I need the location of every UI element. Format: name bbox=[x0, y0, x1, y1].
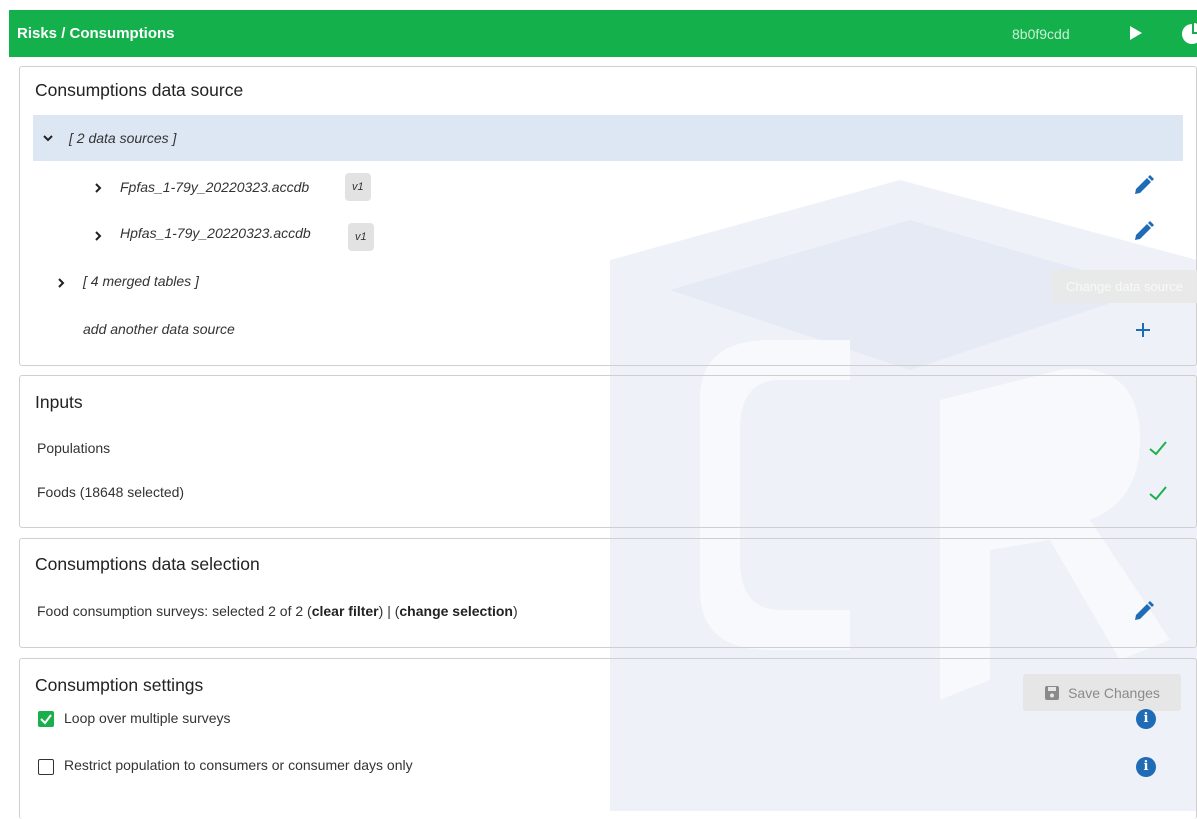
panel-title: Inputs bbox=[35, 392, 83, 412]
survey-selection-text: Food consumption surveys: selected 2 of … bbox=[37, 603, 518, 619]
version-badge: v1 bbox=[345, 173, 371, 201]
data-selection-panel: Consumptions data selection Food consump… bbox=[19, 538, 1197, 648]
settings-panel: Consumption settings Save Changes Loop o… bbox=[19, 658, 1197, 819]
panel-title: Consumptions data source bbox=[35, 80, 244, 100]
panel-title: Consumptions data selection bbox=[35, 554, 260, 574]
checkmark-icon bbox=[40, 714, 52, 725]
panel-title: Consumption settings bbox=[35, 675, 204, 695]
edit-pencil-icon[interactable] bbox=[1132, 601, 1154, 623]
restrict-population-label[interactable]: Restrict population to consumers or cons… bbox=[64, 757, 413, 773]
change-selection-link[interactable]: change selection bbox=[399, 603, 513, 619]
selection-suffix: ) bbox=[512, 603, 518, 619]
loop-surveys-label[interactable]: Loop over multiple surveys bbox=[64, 710, 231, 726]
check-icon bbox=[1149, 441, 1167, 456]
chevron-right-icon[interactable] bbox=[93, 231, 103, 241]
source-name[interactable]: Hpfas_1-79y_20220323.accdb bbox=[120, 225, 311, 241]
chevron-down-icon[interactable] bbox=[43, 133, 53, 143]
edit-pencil-icon[interactable] bbox=[1132, 221, 1154, 243]
breadcrumb-title: Risks / Consumptions bbox=[17, 25, 175, 42]
version-badge: v1 bbox=[348, 223, 374, 251]
edit-pencil-icon[interactable] bbox=[1132, 175, 1154, 197]
merged-tables-label[interactable]: [ 4 merged tables ] bbox=[83, 273, 199, 289]
data-source-panel: Consumptions data source [ 2 data source… bbox=[19, 66, 1197, 366]
change-data-source-tooltip: Change data source bbox=[1052, 270, 1197, 303]
chevron-right-icon[interactable] bbox=[93, 183, 103, 193]
info-icon[interactable]: i bbox=[1136, 709, 1156, 729]
selection-prefix: Food consumption surveys: selected 2 of … bbox=[37, 603, 312, 619]
check-icon bbox=[1149, 486, 1167, 501]
inputs-panel: Inputs Populations Foods (18648 selected… bbox=[19, 375, 1197, 528]
selection-separator: ) | ( bbox=[378, 603, 400, 619]
clear-filter-link[interactable]: clear filter bbox=[312, 603, 379, 619]
run-icon[interactable] bbox=[1129, 26, 1143, 40]
pie-chart-icon[interactable] bbox=[1181, 23, 1197, 45]
floppy-disk-icon bbox=[1045, 685, 1060, 700]
input-item-label[interactable]: Foods (18648 selected) bbox=[37, 484, 184, 500]
plus-icon[interactable] bbox=[1133, 320, 1153, 340]
input-item-label[interactable]: Populations bbox=[37, 440, 110, 456]
loop-surveys-checkbox[interactable] bbox=[38, 711, 54, 727]
save-changes-button[interactable]: Save Changes bbox=[1023, 674, 1181, 711]
version-hash: 8b0f9cdd bbox=[1012, 25, 1070, 42]
add-data-source-label[interactable]: add another data source bbox=[83, 321, 235, 337]
group-label: [ 2 data sources ] bbox=[69, 130, 177, 146]
chevron-right-icon[interactable] bbox=[56, 278, 66, 288]
save-changes-label: Save Changes bbox=[1068, 684, 1160, 701]
restrict-population-checkbox[interactable] bbox=[38, 759, 54, 775]
data-sources-group-row[interactable]: [ 2 data sources ] bbox=[33, 115, 1183, 161]
info-icon[interactable]: i bbox=[1136, 757, 1156, 777]
source-name[interactable]: Fpfas_1-79y_20220323.accdb bbox=[120, 179, 309, 195]
header-bar: Risks / Consumptions 8b0f9cdd bbox=[9, 10, 1197, 57]
